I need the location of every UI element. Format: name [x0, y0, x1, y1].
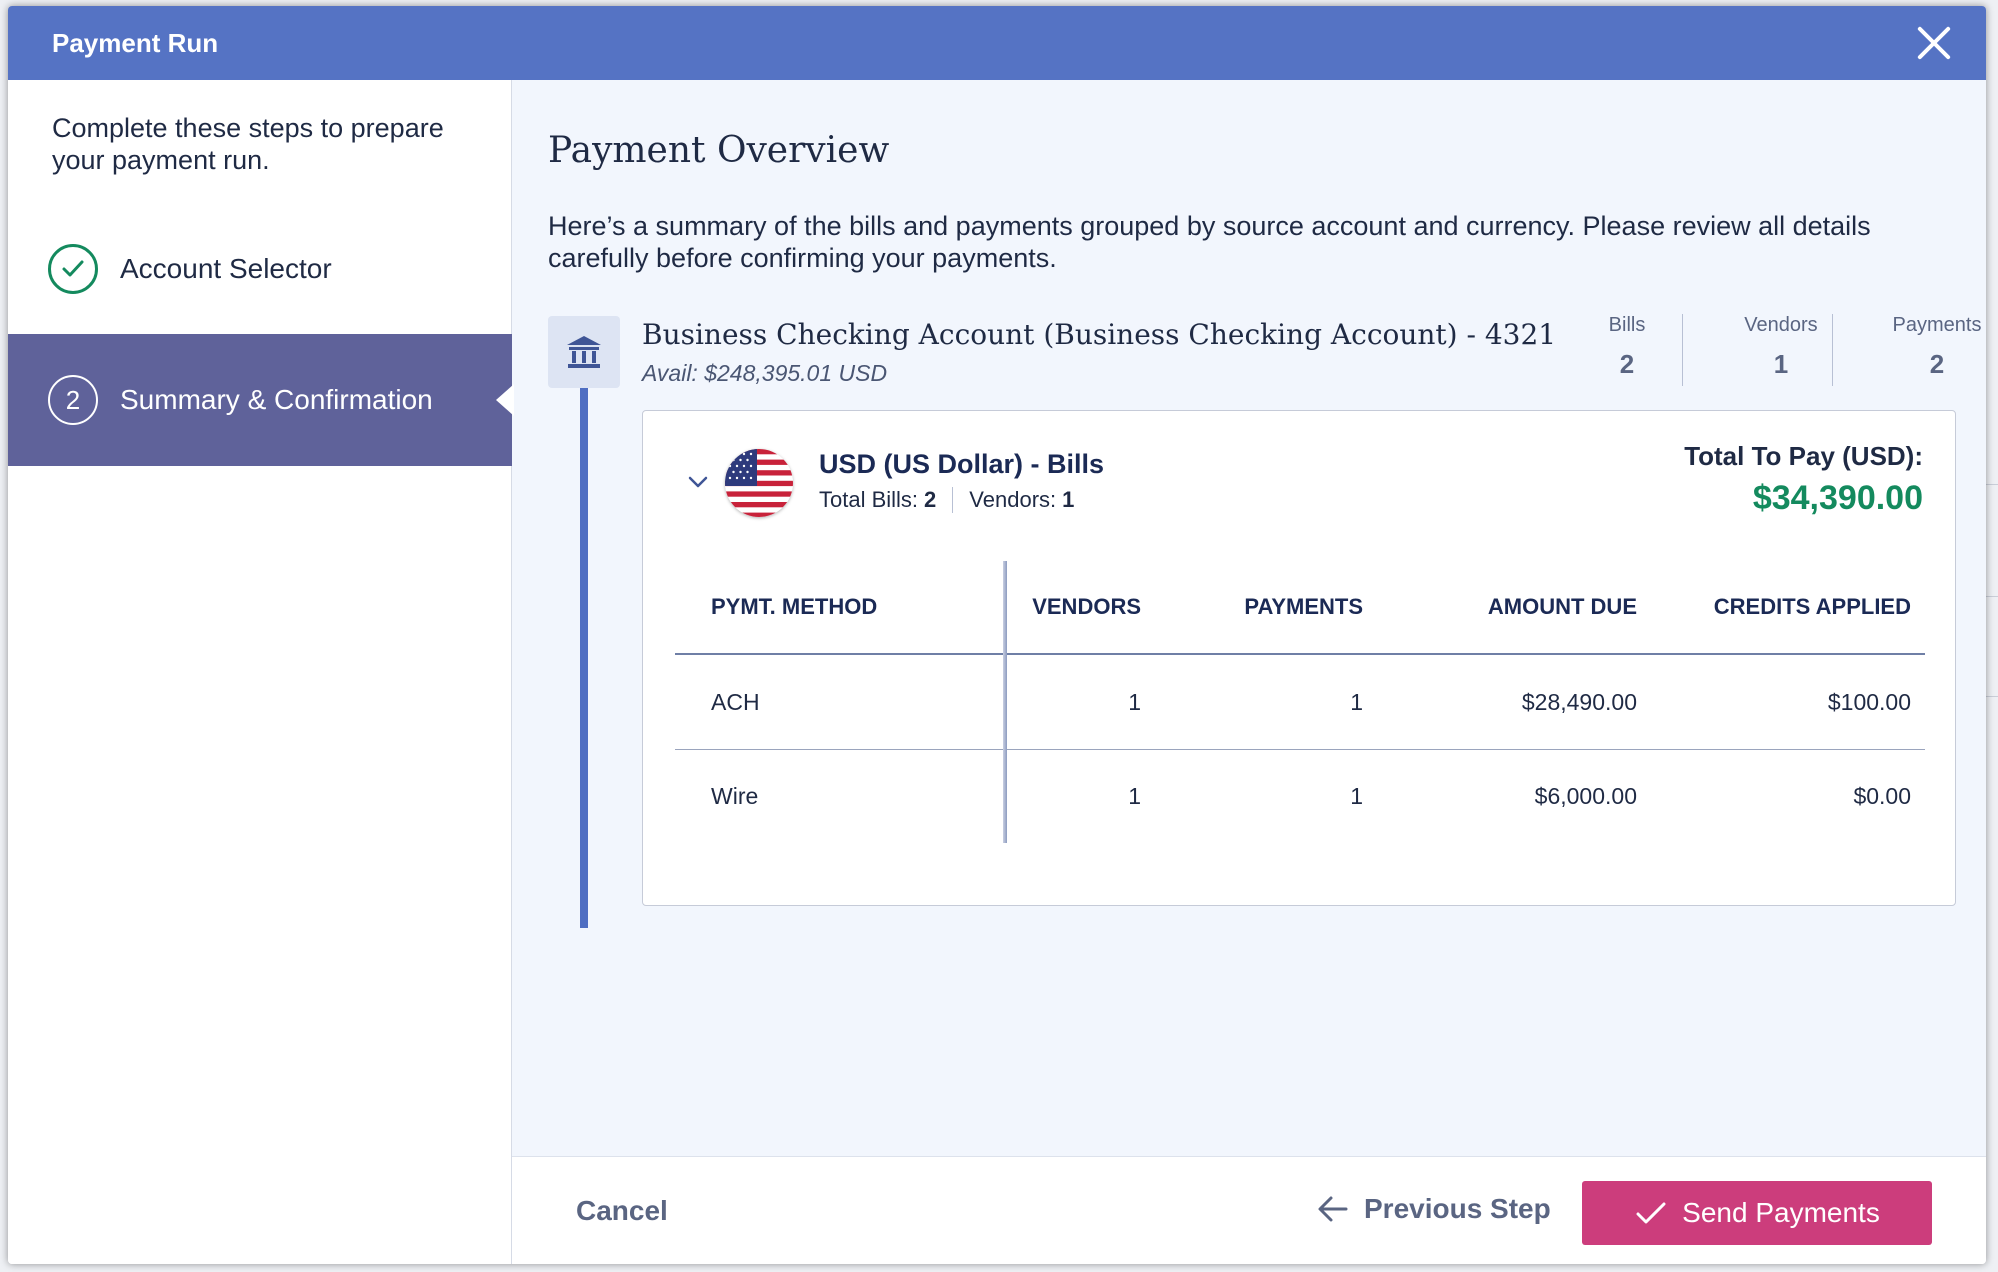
column-header-method: PYMT. METHOD: [711, 594, 878, 619]
stat-vendors: Vendors 1: [1706, 314, 1856, 380]
stat-divider: [1832, 314, 1833, 386]
arrow-left-icon: [1318, 1196, 1348, 1222]
modal-footer: Cancel Previous Step Send Payments: [512, 1156, 1986, 1264]
stat-payments: Payments 2: [1862, 314, 1986, 380]
send-payments-button[interactable]: Send Payments: [1582, 1181, 1932, 1245]
currency-group-summary: Total Bills: 2 Vendors: 1: [819, 487, 1074, 513]
cell-vendors: 1: [1128, 688, 1141, 715]
stat-label: Vendors: [1744, 314, 1818, 336]
total-bills-label: Total Bills:: [819, 487, 919, 512]
table-row: ACH 1 1 $28,490.00 $100.00: [675, 655, 1925, 749]
cell-payments: 1: [1350, 688, 1363, 715]
currency-group-title: USD (US Dollar) - Bills: [819, 449, 1105, 479]
table-header: PYMT. METHOD VENDORS PAYMENTS AMOUNT DUE…: [675, 561, 1925, 655]
modal-header: Payment Run: [8, 6, 1986, 80]
previous-step-button[interactable]: Previous Step: [1316, 1193, 1551, 1225]
stat-value: 2: [1619, 349, 1635, 379]
previous-step-label: Previous Step: [1364, 1193, 1551, 1224]
step-number: 2: [48, 375, 98, 425]
check-icon: [1636, 1202, 1666, 1224]
stat-value: 2: [1929, 349, 1945, 379]
page-title: Payment Overview: [548, 130, 890, 171]
payment-run-modal: Payment Run Complete these steps to prep…: [8, 6, 1986, 1264]
check-circle-icon: [48, 244, 98, 294]
stat-label: Payments: [1892, 314, 1982, 336]
total-bills-value: 2: [924, 487, 937, 512]
cell-amount-due: $6,000.00: [1534, 783, 1637, 809]
main-content: Payment Overview Here’s a summary of the…: [512, 80, 1986, 1156]
cell-method: ACH: [711, 688, 760, 715]
cell-payments: 1: [1350, 783, 1363, 809]
stat-divider: [1682, 314, 1683, 386]
overview-description: Here’s a summary of the bills and paymen…: [548, 211, 1871, 273]
cancel-button[interactable]: Cancel: [576, 1195, 668, 1227]
step-summary-confirmation[interactable]: 2 Summary & Confirmation: [8, 334, 514, 466]
column-header-payments: PAYMENTS: [1244, 594, 1363, 619]
send-payments-label: Send Payments: [1682, 1197, 1880, 1228]
payment-method-table: PYMT. METHOD VENDORS PAYMENTS AMOUNT DUE…: [675, 561, 1925, 843]
column-header-vendors: VENDORS: [1032, 594, 1141, 619]
vendors-label: Vendors:: [969, 487, 1057, 512]
step-account-selector[interactable]: Account Selector: [8, 204, 512, 334]
total-to-pay-label: Total To Pay (USD):: [1684, 441, 1923, 471]
column-header-amount-due: AMOUNT DUE: [1487, 594, 1637, 619]
cell-vendors: 1: [1128, 783, 1141, 809]
steps-intro: Complete these steps to prepare your pay…: [52, 113, 444, 175]
account-name: Business Checking Account (Business Chec…: [642, 318, 1557, 351]
stat-label: Bills: [1608, 314, 1646, 336]
column-divider: [1003, 561, 1007, 843]
vendors-value: 1: [1062, 487, 1075, 512]
close-icon[interactable]: [1914, 23, 1954, 63]
stat-bills: Bills 2: [1552, 314, 1702, 380]
summary-divider: [952, 487, 954, 513]
cell-credits-applied: $100.00: [1827, 688, 1911, 715]
bank-icon: [548, 316, 620, 388]
account-timeline-bar: [580, 388, 588, 928]
table-row: Wire 1 1 $6,000.00 $0.00: [675, 749, 1925, 843]
steps-sidebar: Complete these steps to prepare your pay…: [8, 80, 514, 1264]
stat-value: 1: [1773, 349, 1789, 379]
cell-credits-applied: $0.00: [1853, 783, 1911, 809]
total-to-pay-amount: $34,390.00: [1752, 479, 1923, 517]
cell-amount-due: $28,490.00: [1521, 688, 1637, 715]
step-label: Summary & Confirmation: [120, 384, 433, 415]
cell-method: Wire: [711, 783, 759, 809]
step-label: Account Selector: [120, 253, 332, 284]
account-available-balance: Avail: $248,395.01 USD: [642, 360, 888, 386]
modal-title: Payment Run: [52, 27, 219, 58]
chevron-down-icon[interactable]: [687, 471, 709, 493]
column-header-credits-applied: CREDITS APPLIED: [1713, 594, 1911, 619]
us-flag-icon: [725, 449, 793, 517]
currency-group-card: USD (US Dollar) - Bills Total Bills: 2 V…: [642, 410, 1956, 906]
